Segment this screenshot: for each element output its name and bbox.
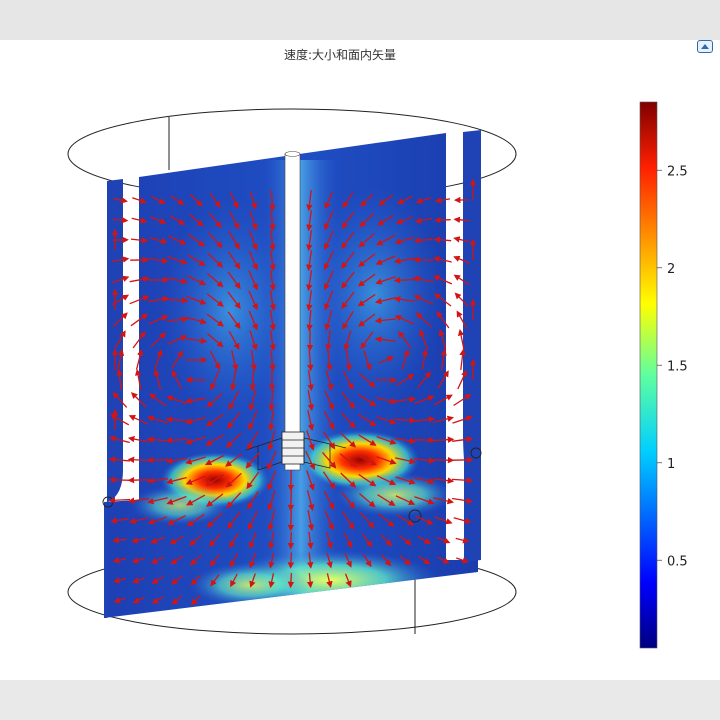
velocity-arrow xyxy=(393,276,416,284)
velocity-arrow xyxy=(413,256,434,264)
right-baffle xyxy=(463,130,481,562)
velocity-arrow xyxy=(287,489,295,512)
velocity-arrow xyxy=(108,476,131,484)
colorbar-tick-label: 2 xyxy=(667,262,675,277)
colorbar-tick-label: 1.5 xyxy=(667,359,688,374)
plot-svg: 2.5 2 1.5 1 0.5 xyxy=(67,101,688,649)
velocity-arrow xyxy=(127,476,150,484)
velocity-arrow xyxy=(108,496,131,504)
colorbar-scale xyxy=(639,101,658,649)
velocity-arrow xyxy=(413,436,436,444)
velocity-arrow xyxy=(287,552,295,569)
velocity-arrow xyxy=(287,531,295,550)
velocity-arrow xyxy=(459,348,466,370)
velocity-arrow xyxy=(375,376,398,384)
velocity-arrow xyxy=(287,509,295,532)
colorbar-tick-label: 2.5 xyxy=(667,164,688,179)
velocity-arrow xyxy=(434,216,451,224)
bottom-letterbox xyxy=(0,680,720,720)
velocity-arrow xyxy=(432,456,455,464)
velocity-arrow xyxy=(146,456,169,464)
graphics-window[interactable]: 速度:大小和面内矢量 2.5 2 1.5 1 0.5 xyxy=(0,40,720,680)
colorbar-tick-label: 1 xyxy=(667,457,675,472)
colorbar: 2.5 2 1.5 1 0.5 xyxy=(639,101,688,649)
velocity-arrow xyxy=(287,573,295,589)
colorbar-tick-label: 0.5 xyxy=(667,554,688,569)
impeller-shaft xyxy=(284,153,301,471)
top-letterbox xyxy=(0,0,720,40)
